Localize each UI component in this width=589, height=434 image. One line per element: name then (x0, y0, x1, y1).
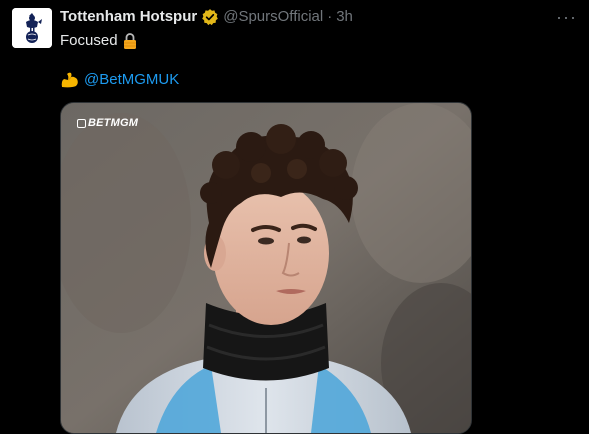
tweet-header: Tottenham Hotspur @SpursOfficial · 3h (60, 7, 353, 27)
verified-badge-icon[interactable] (201, 8, 219, 26)
betmgm-logo-icon (77, 118, 86, 128)
mention-link[interactable]: @BetMGMUK (84, 70, 179, 90)
betmgm-watermark-text: BETMGM (88, 117, 139, 129)
tottenham-crest-icon (12, 8, 52, 48)
timestamp[interactable]: 3h (336, 7, 353, 27)
lock-icon (123, 33, 137, 49)
tweet-text-body: Focused (60, 32, 118, 49)
player-photo (61, 103, 471, 433)
mention-line: @BetMGMUK (60, 70, 179, 90)
author-handle[interactable]: @SpursOfficial (223, 7, 323, 27)
avatar[interactable] (12, 8, 52, 48)
more-icon[interactable]: ··· (556, 8, 577, 26)
flexed-biceps-icon (60, 71, 80, 89)
betmgm-watermark: BETMGM (77, 117, 138, 129)
tweet-text: Focused (60, 31, 137, 51)
author-name[interactable]: Tottenham Hotspur (60, 7, 197, 27)
separator-dot: · (327, 8, 333, 25)
tweet-media-image[interactable]: BETMGM (60, 102, 472, 434)
